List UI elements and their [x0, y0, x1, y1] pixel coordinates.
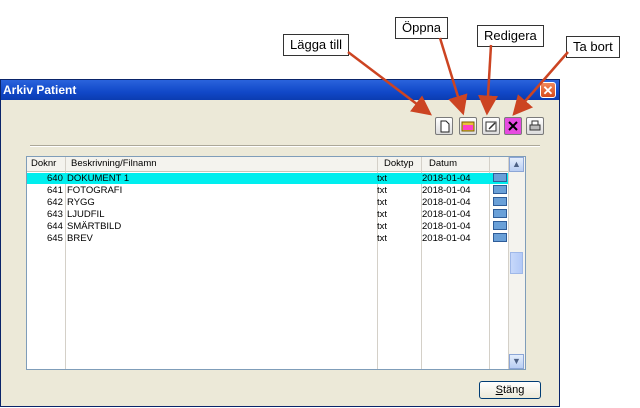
cell-doknr: 640: [47, 173, 63, 184]
table-row[interactable]: 645 BREV txt 2018-01-04: [27, 233, 511, 244]
table-row[interactable]: 640 DOKUMENT 1 txt 2018-01-04: [27, 173, 511, 184]
cell-doknr: 642: [47, 197, 63, 208]
table-row[interactable]: 642 RYGG txt 2018-01-04: [27, 197, 511, 208]
cell-description: SMÄRTBILD: [67, 221, 122, 232]
title-bar[interactable]: Arkiv Patient ✕: [1, 80, 559, 100]
cell-doktyp: txt: [377, 233, 388, 244]
cell-doknr: 644: [47, 221, 63, 232]
callout-delete: Ta bort: [566, 36, 620, 58]
close-button[interactable]: Stäng: [479, 381, 541, 399]
cell-doktyp: txt: [377, 209, 388, 220]
close-button-mnemonic: S: [495, 384, 503, 396]
window-close-icon[interactable]: ✕: [540, 82, 556, 98]
open-button[interactable]: [459, 117, 477, 135]
callout-edit: Redigera: [477, 25, 544, 47]
edit-button[interactable]: [482, 117, 500, 135]
cell-datum: 2018-01-04: [422, 197, 471, 208]
new-document-icon: [440, 120, 450, 133]
print-button[interactable]: [526, 117, 544, 135]
header-datum[interactable]: Datum: [429, 158, 457, 169]
cell-datum: 2018-01-04: [422, 221, 471, 232]
delete-icon: [508, 121, 518, 131]
cell-doknr: 643: [47, 209, 63, 220]
document-list[interactable]: Doknr Beskrivning/Filnamn Doktyp Datum 6…: [26, 156, 526, 370]
vertical-scrollbar[interactable]: ▲ ▼: [508, 157, 525, 369]
cell-description: DOKUMENT 1: [67, 173, 130, 184]
cell-datum: 2018-01-04: [422, 209, 471, 220]
new-document-button[interactable]: [435, 117, 453, 135]
delete-button[interactable]: [504, 117, 522, 135]
header-description[interactable]: Beskrivning/Filnamn: [71, 158, 157, 169]
table-row[interactable]: 643 LJUDFIL txt 2018-01-04: [27, 209, 511, 220]
scroll-thumb[interactable]: [510, 252, 523, 274]
open-folder-icon: [461, 121, 475, 132]
list-header: Doknr Beskrivning/Filnamn Doktyp Datum: [27, 157, 511, 172]
header-doknr[interactable]: Doknr: [31, 158, 56, 169]
callout-open: Öppna: [395, 17, 449, 39]
cell-doktyp: txt: [377, 221, 388, 232]
cell-description: FOTOGRAFI: [67, 185, 123, 196]
cell-description: BREV: [67, 233, 93, 244]
cell-datum: 2018-01-04: [422, 185, 471, 196]
cell-datum: 2018-01-04: [422, 173, 471, 184]
table-row[interactable]: 641 FOTOGRAFI txt 2018-01-04: [27, 185, 511, 196]
header-doktyp[interactable]: Doktyp: [384, 158, 414, 169]
cell-doknr: 641: [47, 185, 63, 196]
scroll-down-icon[interactable]: ▼: [509, 354, 524, 369]
toolbar-separator: [30, 145, 540, 147]
callout-add: Lägga till: [283, 34, 350, 56]
print-icon: [529, 120, 541, 131]
cell-datum: 2018-01-04: [422, 233, 471, 244]
close-button-label: täng: [502, 384, 525, 396]
window-title: Arkiv Patient: [3, 83, 77, 97]
cell-description: LJUDFIL: [67, 209, 105, 220]
cell-doktyp: txt: [377, 197, 388, 208]
edit-icon: [485, 121, 497, 132]
cell-description: RYGG: [67, 197, 95, 208]
table-row[interactable]: 644 SMÄRTBILD txt 2018-01-04: [27, 221, 511, 232]
cell-doknr: 645: [47, 233, 63, 244]
scroll-up-icon[interactable]: ▲: [509, 157, 524, 172]
cell-doktyp: txt: [377, 173, 388, 184]
cell-doktyp: txt: [377, 185, 388, 196]
